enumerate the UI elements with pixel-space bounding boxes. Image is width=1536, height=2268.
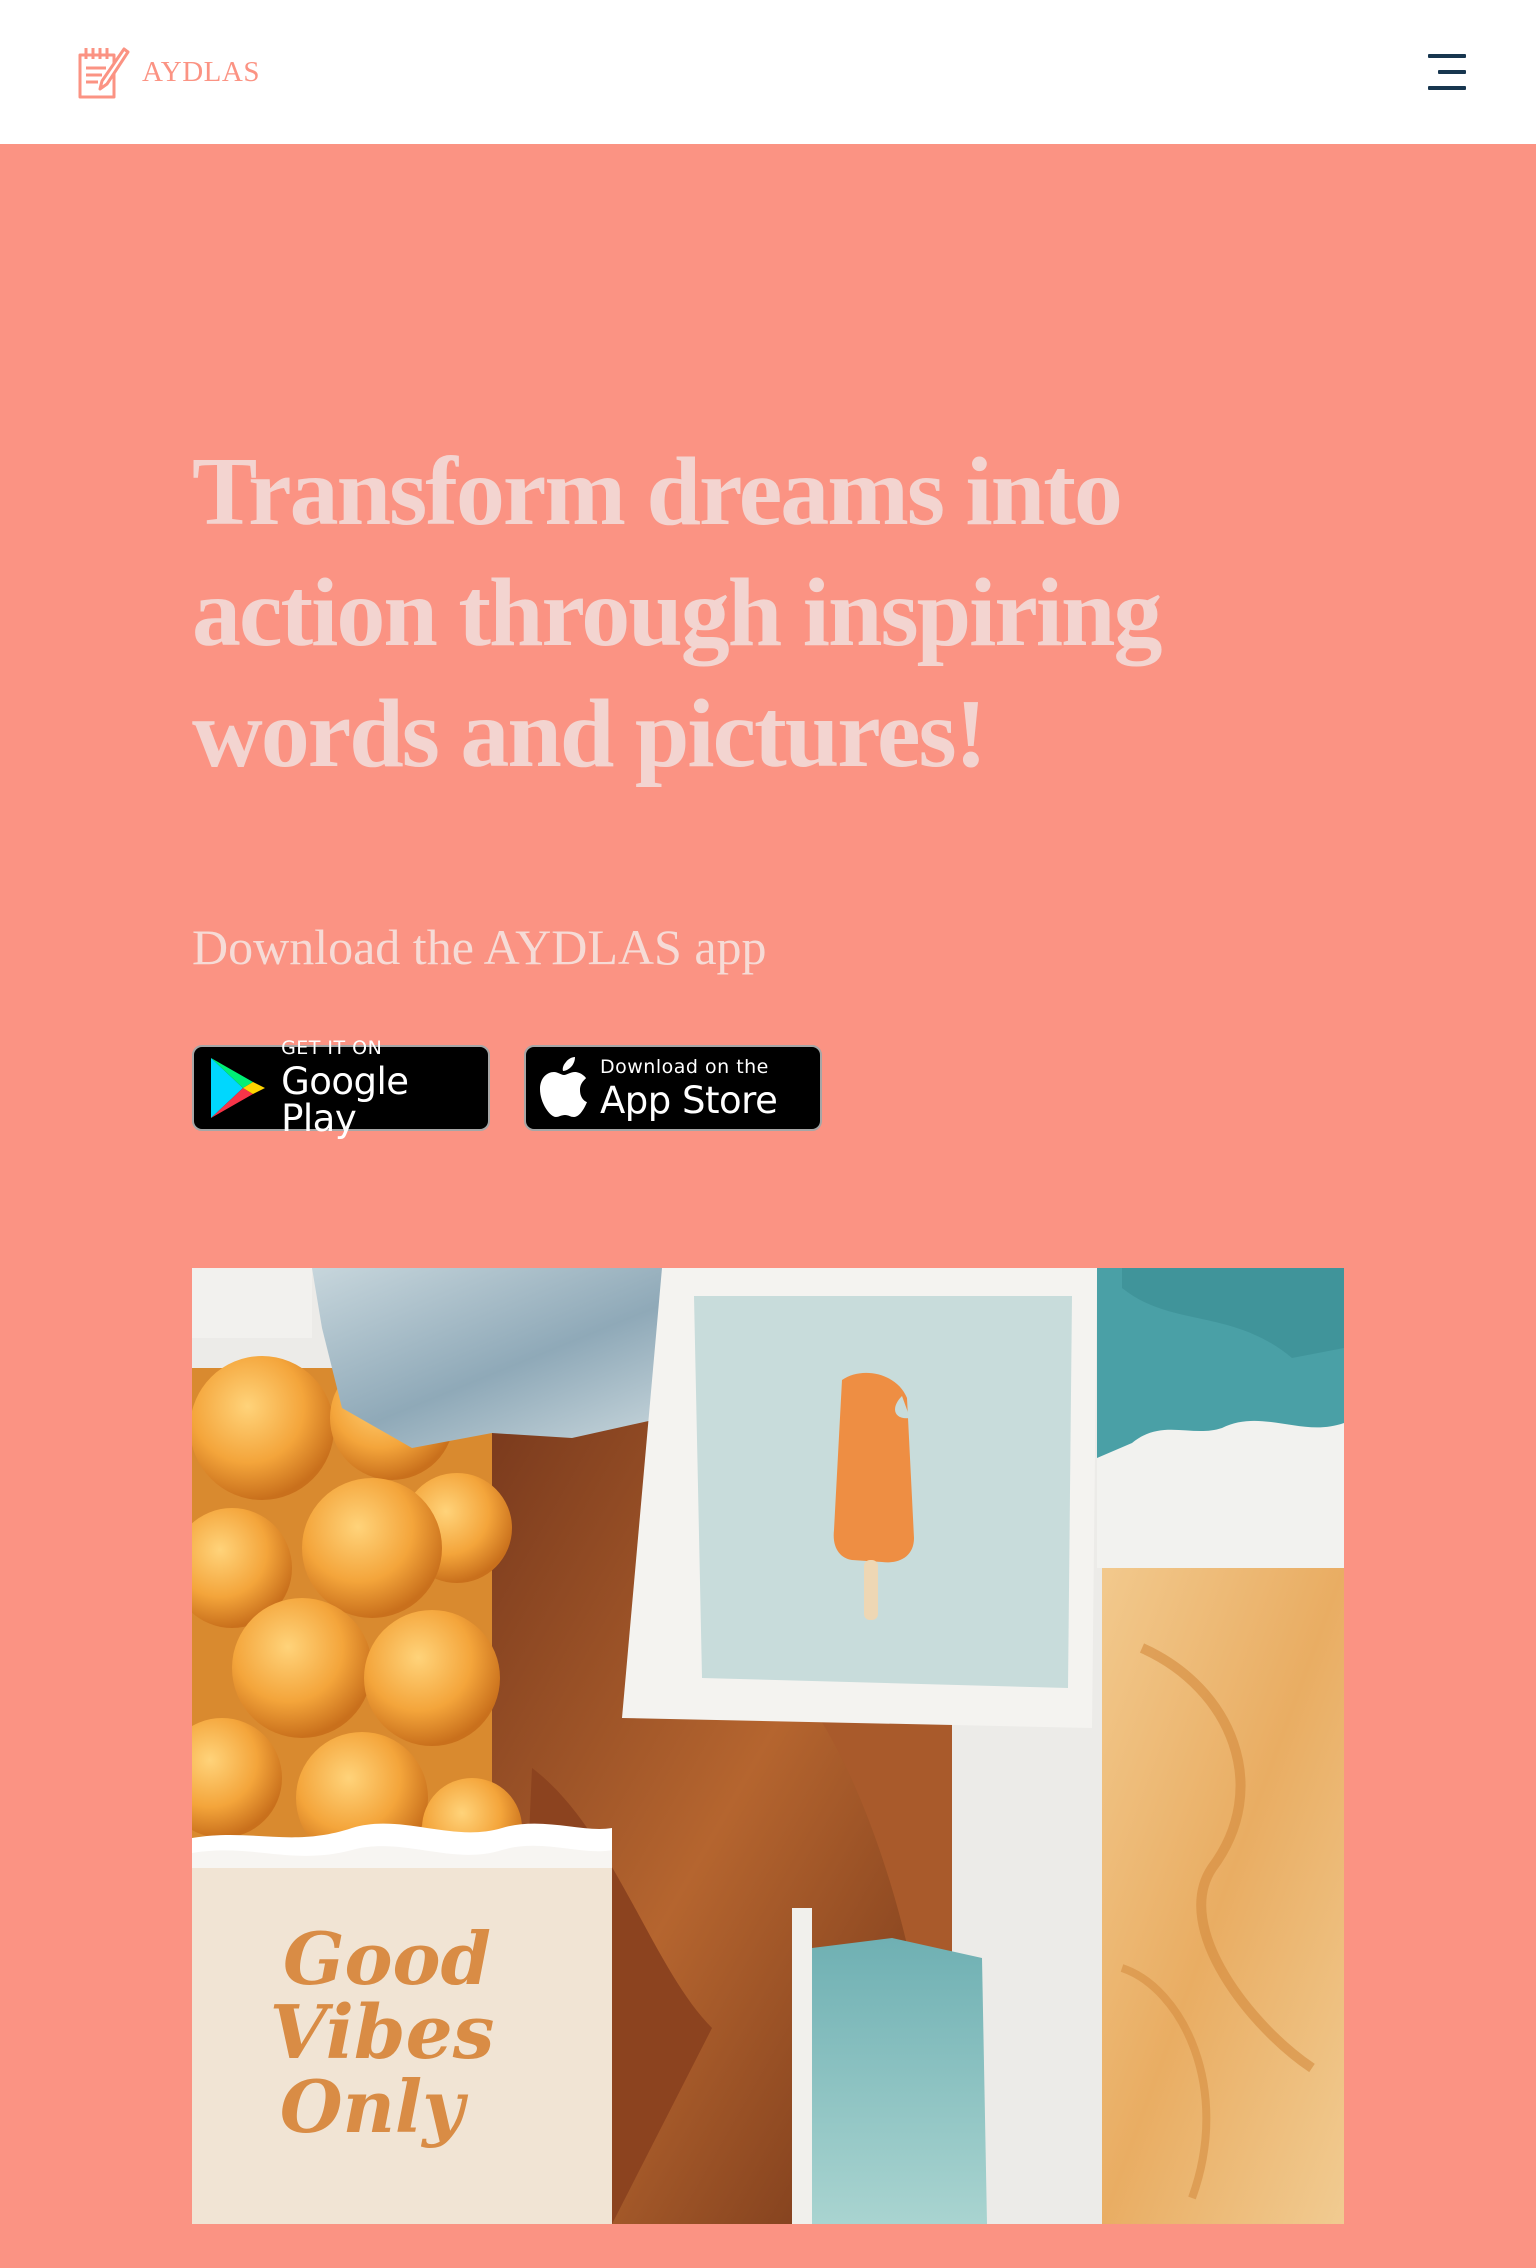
apple-icon xyxy=(526,1057,600,1119)
mood-collage-image: Good Vibes Only xyxy=(192,1268,1344,2224)
app-store-small-text: Download on the xyxy=(600,1055,769,1078)
brand-logo[interactable]: AYDLAS xyxy=(76,42,260,102)
hamburger-menu-icon[interactable] xyxy=(1420,52,1466,94)
brand-name: AYDLAS xyxy=(142,55,260,88)
app-store-button[interactable]: Download on the App Store xyxy=(524,1045,822,1131)
app-store-big-text: App Store xyxy=(600,1078,778,1122)
lettering-only: Only xyxy=(280,2064,468,2149)
google-play-button[interactable]: GET IT ON Google Play xyxy=(192,1039,490,1137)
google-play-big-text: Google Play xyxy=(281,1060,409,1140)
download-subtitle: Download the AYDLAS app xyxy=(192,919,767,975)
lettering-good: Good xyxy=(283,1916,491,2001)
notepad-pencil-icon xyxy=(76,43,132,101)
hero-title: Transform dreams into action through ins… xyxy=(192,438,1163,788)
google-play-icon xyxy=(194,1055,281,1121)
site-header: AYDLAS xyxy=(0,0,1536,144)
google-play-small-text: GET IT ON xyxy=(281,1037,383,1059)
